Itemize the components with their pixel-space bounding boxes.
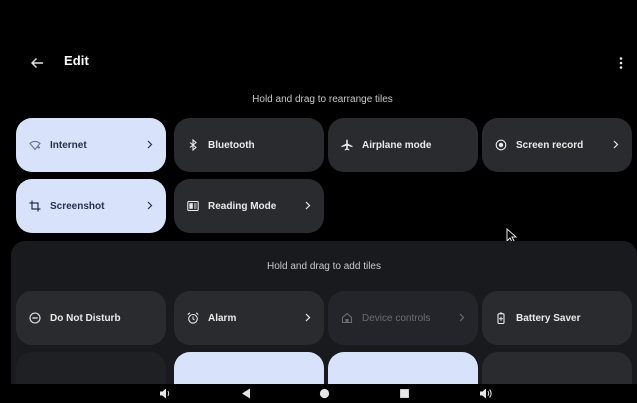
volume-down-icon (160, 388, 170, 399)
tile-label: Device controls (362, 312, 431, 324)
tile-reading-mode[interactable]: Reading Mode (174, 179, 324, 233)
do-not-disturb-icon (28, 311, 42, 325)
alarm-icon (186, 311, 200, 325)
back-arrow-icon (31, 58, 43, 68)
tile-label: Battery Saver (516, 312, 581, 324)
recents-square-icon (399, 389, 409, 398)
tile-label: Airplane mode (362, 139, 432, 151)
top-app-bar: Edit (8, 8, 637, 108)
home-circle-icon (319, 388, 329, 399)
tile-battery-saver[interactable]: Battery Saver (482, 291, 632, 345)
airplane-icon (340, 138, 354, 152)
back-nav-button[interactable] (240, 387, 252, 400)
rearrange-hint: Hold and drag to rearrange tiles (252, 94, 393, 105)
back-button[interactable] (24, 52, 50, 74)
tile-alarm[interactable]: Alarm (174, 291, 324, 345)
chevron-right-icon (303, 311, 313, 323)
available-tiles-panel[interactable]: Hold and drag to add tiles Do Not Distur… (11, 241, 637, 403)
chevron-right-icon (145, 138, 155, 150)
screen-record-icon (494, 138, 508, 152)
chevron-right-icon (457, 311, 467, 323)
tile-label: Screen record (516, 139, 584, 151)
tile-bluetooth[interactable]: Bluetooth (174, 118, 324, 172)
volume-down-button[interactable] (158, 387, 172, 400)
tile-airplane-mode[interactable]: Airplane mode (328, 118, 478, 172)
tile-label: Do Not Disturb (50, 312, 121, 324)
home-button[interactable] (318, 387, 330, 400)
tile-do-not-disturb[interactable]: Do Not Disturb (16, 291, 166, 345)
device-controls-icon (340, 311, 354, 325)
tile-label: Screenshot (50, 200, 105, 212)
quick-settings-edit-screen: Edit Hold and drag to rearrange tiles In… (8, 8, 637, 403)
chevron-right-icon (145, 199, 155, 211)
tile-label: Bluetooth (208, 139, 255, 151)
tile-label: Internet (50, 139, 87, 151)
page-title: Edit (64, 53, 89, 68)
navigation-bar (8, 384, 637, 403)
tile-screen-record[interactable]: Screen record (482, 118, 632, 172)
chevron-right-icon (303, 199, 313, 211)
battery-saver-icon (494, 311, 508, 325)
internet-icon (28, 138, 42, 152)
screenshot-icon (28, 199, 42, 213)
bluetooth-icon (186, 138, 200, 152)
tile-internet[interactable]: Internet (16, 118, 166, 172)
more-vert-icon (619, 57, 623, 69)
reading-mode-icon (186, 199, 200, 213)
tile-screenshot[interactable]: Screenshot (16, 179, 166, 233)
tile-label: Alarm (208, 312, 237, 324)
volume-up-button[interactable] (478, 387, 494, 400)
tile-label: Reading Mode (208, 200, 277, 212)
more-options-button[interactable] (611, 52, 631, 74)
chevron-right-icon (611, 138, 621, 150)
add-tiles-hint: Hold and drag to add tiles (267, 261, 381, 272)
volume-up-icon (480, 388, 492, 399)
recents-button[interactable] (398, 387, 410, 400)
triangle-back-icon (242, 388, 250, 399)
tile-device-controls[interactable]: Device controls (328, 291, 478, 345)
